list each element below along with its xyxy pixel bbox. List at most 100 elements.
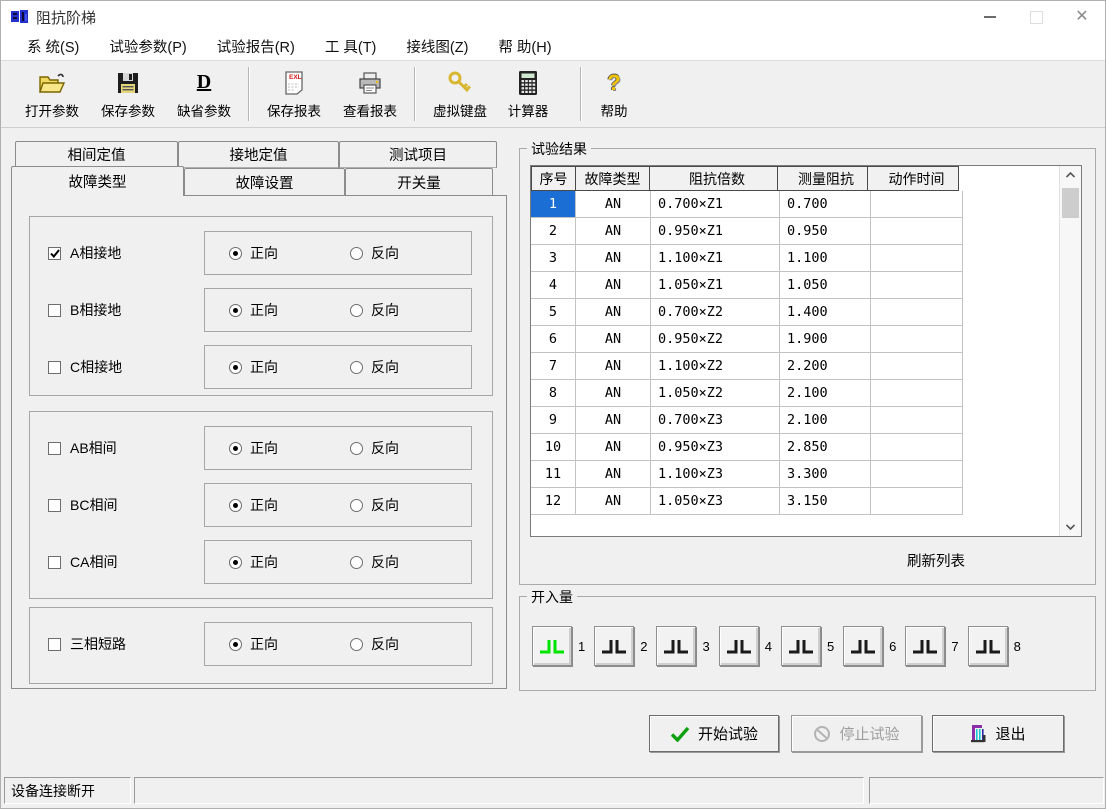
table-row[interactable]: 5AN0.700×Z21.400 <box>531 299 1081 326</box>
calculator-button[interactable]: 计算器 <box>498 65 558 123</box>
table-row[interactable]: 4AN1.050×Z11.050 <box>531 272 1081 299</box>
menu-tools[interactable]: 工 具(T) <box>314 33 388 60</box>
column-header-measured-impedance[interactable]: 测量阻抗 <box>777 166 868 191</box>
reverse-radio[interactable]: 反向 <box>350 357 399 377</box>
forward-radio[interactable]: 正向 <box>229 300 278 320</box>
table-cell[interactable]: 2 <box>531 218 576 245</box>
menu-system[interactable]: 系 统(S) <box>16 33 90 60</box>
forward-radio[interactable]: 正向 <box>229 495 278 515</box>
close-icon[interactable]: ✕ <box>1059 1 1105 33</box>
table-cell[interactable]: 1 <box>531 191 576 218</box>
reverse-radio[interactable]: 反向 <box>350 552 399 572</box>
c-ground-checkbox[interactable]: C相接地 <box>48 357 200 377</box>
column-header-fault-type[interactable]: 故障类型 <box>575 166 650 191</box>
save-report-button[interactable]: EXL 保存报表 <box>256 65 332 123</box>
table-cell[interactable]: 2.100 <box>780 407 871 434</box>
table-cell[interactable]: 1.100×Z3 <box>651 461 780 488</box>
table-cell[interactable]: AN <box>576 299 651 326</box>
forward-radio[interactable]: 正向 <box>229 357 278 377</box>
reverse-radio[interactable]: 反向 <box>350 300 399 320</box>
table-cell[interactable]: 3 <box>531 245 576 272</box>
ab-phase-checkbox[interactable]: AB相间 <box>48 438 200 458</box>
table-cell[interactable] <box>871 245 963 272</box>
menu-wiring-diagram[interactable]: 接线图(Z) <box>395 33 479 60</box>
tab-fault-config[interactable]: 故障设置 <box>184 168 345 195</box>
table-cell[interactable]: 0.950×Z1 <box>651 218 780 245</box>
table-cell[interactable]: 3.150 <box>780 488 871 515</box>
table-cell[interactable]: 0.950×Z2 <box>651 326 780 353</box>
stop-test-button[interactable]: 停止试验 <box>791 715 922 752</box>
table-cell[interactable]: 11 <box>531 461 576 488</box>
table-cell[interactable] <box>871 488 963 515</box>
forward-radio[interactable]: 正向 <box>229 243 278 263</box>
table-cell[interactable]: 12 <box>531 488 576 515</box>
table-row[interactable]: 3AN1.100×Z11.100 <box>531 245 1081 272</box>
forward-radio[interactable]: 正向 <box>229 552 278 572</box>
table-cell[interactable] <box>871 218 963 245</box>
table-cell[interactable]: AN <box>576 353 651 380</box>
column-header-index[interactable]: 序号 <box>531 166 576 191</box>
tab-test-items[interactable]: 测试项目 <box>339 141 497 168</box>
table-row[interactable]: 1AN0.700×Z10.700 <box>531 191 1081 218</box>
digital-input-1-button[interactable] <box>532 626 572 666</box>
minimize-icon[interactable] <box>967 1 1013 33</box>
table-cell[interactable]: AN <box>576 191 651 218</box>
reverse-radio[interactable]: 反向 <box>350 243 399 263</box>
table-cell[interactable]: 0.700×Z3 <box>651 407 780 434</box>
table-cell[interactable]: 0.950×Z3 <box>651 434 780 461</box>
table-cell[interactable]: AN <box>576 245 651 272</box>
table-cell[interactable]: AN <box>576 272 651 299</box>
results-scrollbar[interactable] <box>1059 166 1081 536</box>
open-params-button[interactable]: 打开参数 <box>14 65 90 123</box>
table-cell[interactable]: AN <box>576 326 651 353</box>
exit-button[interactable]: 退出 <box>932 715 1064 752</box>
table-cell[interactable] <box>871 191 963 218</box>
table-cell[interactable]: 1.100 <box>780 245 871 272</box>
menu-help[interactable]: 帮 助(H) <box>487 33 562 60</box>
table-cell[interactable]: 3.300 <box>780 461 871 488</box>
table-row[interactable]: 7AN1.100×Z22.200 <box>531 353 1081 380</box>
view-report-button[interactable]: 查看报表 <box>332 65 408 123</box>
start-test-button[interactable]: 开始试验 <box>649 715 779 752</box>
digital-input-6-button[interactable] <box>843 626 883 666</box>
table-row[interactable]: 9AN0.700×Z32.100 <box>531 407 1081 434</box>
table-cell[interactable]: AN <box>576 218 651 245</box>
digital-input-3-button[interactable] <box>656 626 696 666</box>
table-row[interactable]: 2AN0.950×Z10.950 <box>531 218 1081 245</box>
table-cell[interactable] <box>871 461 963 488</box>
table-cell[interactable]: 1.050×Z1 <box>651 272 780 299</box>
table-cell[interactable] <box>871 299 963 326</box>
bc-phase-checkbox[interactable]: BC相间 <box>48 495 200 515</box>
maximize-icon[interactable] <box>1013 1 1059 33</box>
digital-input-5-button[interactable] <box>781 626 821 666</box>
table-cell[interactable]: 0.700×Z1 <box>651 191 780 218</box>
table-cell[interactable]: 5 <box>531 299 576 326</box>
table-row[interactable]: 6AN0.950×Z21.900 <box>531 326 1081 353</box>
table-cell[interactable]: AN <box>576 488 651 515</box>
table-cell[interactable]: 2.200 <box>780 353 871 380</box>
table-row[interactable]: 12AN1.050×Z33.150 <box>531 488 1081 515</box>
reverse-radio[interactable]: 反向 <box>350 495 399 515</box>
scrollbar-thumb[interactable] <box>1062 188 1079 218</box>
menu-test-params[interactable]: 试验参数(P) <box>98 33 197 60</box>
table-row[interactable]: 8AN1.050×Z22.100 <box>531 380 1081 407</box>
table-cell[interactable]: 8 <box>531 380 576 407</box>
column-header-impedance-multiple[interactable]: 阻抗倍数 <box>649 166 778 191</box>
table-cell[interactable] <box>871 407 963 434</box>
table-cell[interactable] <box>871 353 963 380</box>
tab-ground-settings[interactable]: 接地定值 <box>178 141 339 168</box>
table-cell[interactable]: 1.400 <box>780 299 871 326</box>
forward-radio[interactable]: 正向 <box>229 634 278 654</box>
digital-input-7-button[interactable] <box>905 626 945 666</box>
digital-input-8-button[interactable] <box>968 626 1008 666</box>
table-cell[interactable] <box>871 326 963 353</box>
table-cell[interactable]: 4 <box>531 272 576 299</box>
scroll-down-icon[interactable] <box>1060 518 1081 536</box>
table-cell[interactable]: AN <box>576 380 651 407</box>
table-cell[interactable]: 6 <box>531 326 576 353</box>
table-cell[interactable]: 1.100×Z1 <box>651 245 780 272</box>
table-cell[interactable]: 2.850 <box>780 434 871 461</box>
table-cell[interactable] <box>871 272 963 299</box>
table-cell[interactable]: 1.100×Z2 <box>651 353 780 380</box>
tab-switch-quantity[interactable]: 开关量 <box>345 168 493 195</box>
